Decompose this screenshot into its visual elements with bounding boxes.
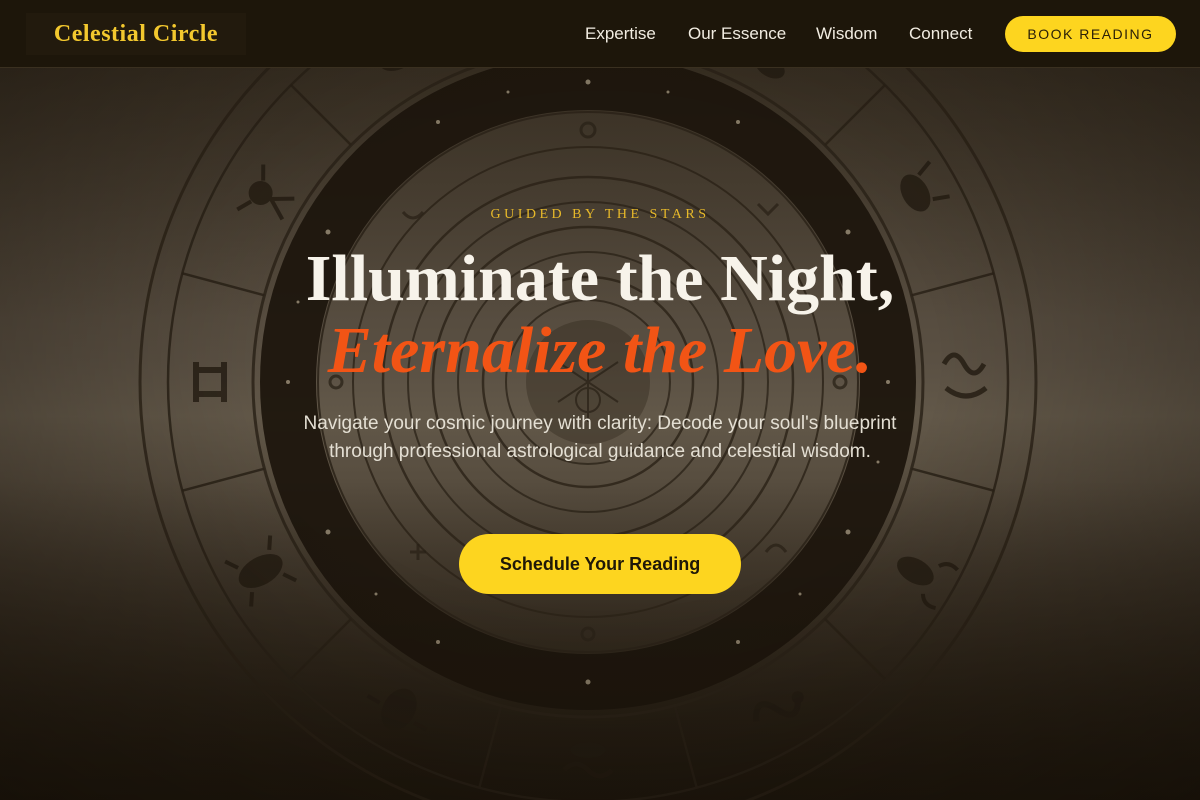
brand-logo[interactable]: Celestial Circle — [26, 13, 246, 55]
nav-link-our-essence[interactable]: Our Essence — [688, 24, 786, 44]
headline-line-2: Eternalize the Love. — [327, 314, 873, 387]
book-reading-button[interactable]: BOOK READING — [1005, 16, 1176, 52]
schedule-reading-button[interactable]: Schedule Your Reading — [459, 534, 741, 594]
hero-eyebrow: GUIDED BY THE STARS — [490, 207, 710, 222]
nav-link-wisdom[interactable]: Wisdom — [816, 24, 877, 44]
nav-link-expertise[interactable]: Expertise — [585, 24, 656, 44]
site-header: Celestial Circle Expertise Our Essence W… — [0, 0, 1200, 68]
headline-line-1: Illuminate the Night, — [305, 242, 895, 315]
hero-vignette — [0, 0, 1200, 800]
hero-subtitle: Navigate your cosmic journey with clarit… — [303, 413, 897, 462]
nav-link-connect[interactable]: Connect — [909, 24, 972, 44]
